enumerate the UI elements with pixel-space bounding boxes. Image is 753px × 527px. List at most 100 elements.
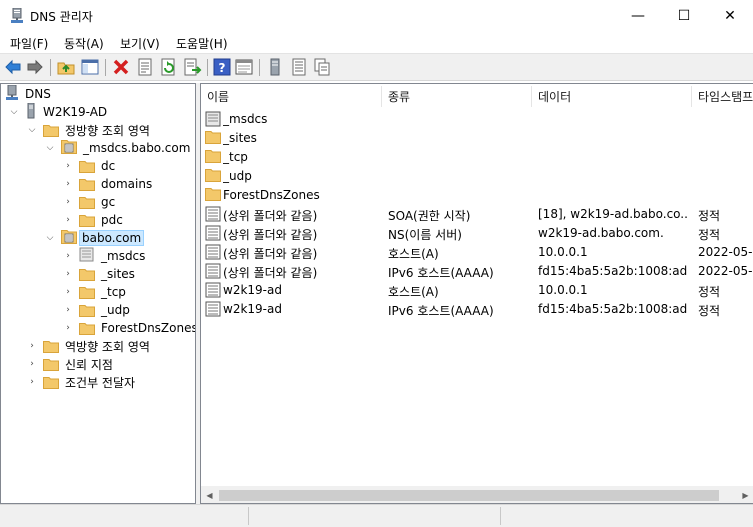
tree-item-conditional-forwarders[interactable]: › 조건부 전달자 <box>27 373 137 391</box>
column-header-type[interactable]: 종류 <box>382 84 532 109</box>
record-type: 호스트(A) <box>388 247 439 261</box>
show-hide-tree-icon[interactable] <box>81 58 99 76</box>
tree-item-gc[interactable]: › gc <box>63 193 117 211</box>
properties-icon[interactable] <box>136 58 154 76</box>
chevron-right-icon[interactable]: › <box>27 341 37 351</box>
table-row[interactable]: (상위 폴더와 같음) IPv6 호스트(AAAA) fd15:4ba5:5a2… <box>201 262 753 281</box>
tree-item-dc[interactable]: › dc <box>63 157 117 175</box>
tree-label: _msdcs <box>101 249 146 263</box>
folder-icon <box>205 168 221 185</box>
record-icon <box>205 244 221 263</box>
chevron-down-icon[interactable]: ⌵ <box>27 125 37 135</box>
tree-item-domains[interactable]: › domains <box>63 175 154 193</box>
column-header-timestamp[interactable]: 타임스탬프 <box>692 84 753 109</box>
scroll-left-icon[interactable]: ◀ <box>201 487 218 503</box>
toolbar-separator <box>50 59 51 76</box>
table-row[interactable]: (상위 폴더와 같음) 호스트(A) 10.0.0.1 2022-05- <box>201 243 753 262</box>
record-data: fd15:4ba5:5a2b:1008:ad2... <box>538 264 688 278</box>
tree-item-babo-zone[interactable]: ⌵ babo.com <box>45 229 145 247</box>
tree-item-pdc[interactable]: › pdc <box>63 211 125 229</box>
tree-item-sites[interactable]: › _sites <box>63 265 137 283</box>
folder-icon <box>79 178 95 191</box>
record-timestamp: 정적 <box>698 304 721 318</box>
copy-icon[interactable] <box>313 58 331 76</box>
tree-item-trust-points[interactable]: › 신뢰 지점 <box>27 355 115 373</box>
table-row[interactable]: (상위 폴더와 같음) SOA(권한 시작) [18], w2k19-ad.ba… <box>201 205 753 224</box>
table-row[interactable]: w2k19-ad 호스트(A) 10.0.0.1 정적 <box>201 281 753 300</box>
chevron-right-icon[interactable]: › <box>63 215 73 225</box>
chevron-down-icon[interactable]: ⌵ <box>45 143 55 153</box>
record-name: (상위 폴더와 같음) <box>223 209 318 223</box>
tree-item-tcp[interactable]: › _tcp <box>63 283 128 301</box>
tree-item-reverse-zones[interactable]: › 역방향 조회 영역 <box>27 337 152 355</box>
export-list-icon[interactable] <box>184 58 202 76</box>
tree-item-msdcs-zone[interactable]: ⌵ _msdcs.babo.com <box>45 139 192 157</box>
chevron-right-icon[interactable]: › <box>27 359 37 369</box>
server-icon[interactable] <box>266 58 284 76</box>
chevron-right-icon[interactable]: › <box>63 269 73 279</box>
tree-item-forestdnszones[interactable]: › ForestDnsZones <box>63 319 195 337</box>
list-item[interactable]: _tcp <box>201 148 753 167</box>
tree-item-dns[interactable]: DNS <box>5 84 53 103</box>
table-row[interactable]: (상위 폴더와 같음) NS(이름 서버) w2k19-ad.babo.com.… <box>201 224 753 243</box>
list-item[interactable]: _msdcs <box>201 110 753 129</box>
forward-icon[interactable] <box>26 58 44 76</box>
up-folder-icon[interactable] <box>57 58 75 76</box>
chevron-right-icon[interactable]: › <box>63 161 73 171</box>
column-header-name[interactable]: 이름 <box>201 84 381 109</box>
tree-item-msdcs[interactable]: › _msdcs <box>63 247 147 265</box>
window-title: DNS 관리자 <box>30 10 93 24</box>
tree-item-server[interactable]: ⌵ W2K19-AD <box>9 102 109 121</box>
help-icon[interactable]: ? <box>213 58 231 76</box>
console-icon[interactable] <box>235 58 253 76</box>
menu-bar: 파일(F) 동작(A) 보기(V) 도움말(H) <box>0 31 753 53</box>
record-type: IPv6 호스트(AAAA) <box>388 304 494 318</box>
scrollbar-thumb[interactable] <box>219 490 719 501</box>
delete-icon[interactable] <box>112 58 130 76</box>
record-name: ForestDnsZones <box>223 188 320 202</box>
menu-action[interactable]: 동작(A) <box>64 35 104 52</box>
minimize-button[interactable]: — <box>615 0 661 31</box>
record-icon <box>205 282 221 301</box>
record-data: 10.0.0.1 <box>538 283 588 297</box>
folder-icon <box>205 149 221 166</box>
list-item[interactable]: _sites <box>201 129 753 148</box>
status-bar <box>0 504 753 527</box>
tree-label: domains <box>101 177 153 191</box>
list-item[interactable]: _udp <box>201 167 753 186</box>
chevron-right-icon[interactable]: › <box>63 323 73 333</box>
scroll-right-icon[interactable]: ▶ <box>737 487 753 503</box>
list-item[interactable]: ForestDnsZones <box>201 186 753 205</box>
chevron-right-icon[interactable]: › <box>27 377 37 387</box>
folder-icon <box>43 358 59 371</box>
maximize-button[interactable]: ☐ <box>661 0 707 31</box>
chevron-right-icon[interactable]: › <box>63 305 73 315</box>
close-button[interactable]: ✕ <box>707 0 753 31</box>
menu-file[interactable]: 파일(F) <box>10 35 48 52</box>
column-header-data[interactable]: 데이터 <box>532 84 692 109</box>
refresh-icon[interactable] <box>160 58 178 76</box>
record-timestamp: 정적 <box>698 285 721 299</box>
tree-label: _msdcs.babo.com <box>83 141 191 155</box>
back-icon[interactable] <box>4 58 22 76</box>
table-row[interactable]: w2k19-ad IPv6 호스트(AAAA) fd15:4ba5:5a2b:1… <box>201 300 753 319</box>
dns-manager-window: DNS 관리자 — ☐ ✕ 파일(F) 동작(A) 보기(V) 도움말(H) ?… <box>0 0 753 527</box>
record-timestamp: 정적 <box>698 228 721 242</box>
tree-item-udp[interactable]: › _udp <box>63 301 132 319</box>
chevron-right-icon[interactable]: › <box>63 251 73 261</box>
chevron-right-icon[interactable]: › <box>63 287 73 297</box>
toolbar: ? <box>0 53 753 81</box>
chevron-right-icon[interactable]: › <box>63 179 73 189</box>
record-name: _msdcs <box>223 112 268 126</box>
status-divider <box>500 507 501 525</box>
record-name: _sites <box>223 131 257 145</box>
list-view-icon[interactable] <box>290 58 308 76</box>
record-data: [18], w2k19-ad.babo.co... <box>538 207 688 221</box>
horizontal-scrollbar[interactable]: ◀ ▶ <box>201 486 753 503</box>
chevron-right-icon[interactable]: › <box>63 197 73 207</box>
menu-view[interactable]: 보기(V) <box>120 35 160 52</box>
chevron-down-icon[interactable]: ⌵ <box>45 233 55 243</box>
chevron-down-icon[interactable]: ⌵ <box>9 107 19 117</box>
tree-item-forward-zones[interactable]: ⌵ 정방향 조회 영역 <box>27 121 152 139</box>
menu-help[interactable]: 도움말(H) <box>176 35 228 52</box>
